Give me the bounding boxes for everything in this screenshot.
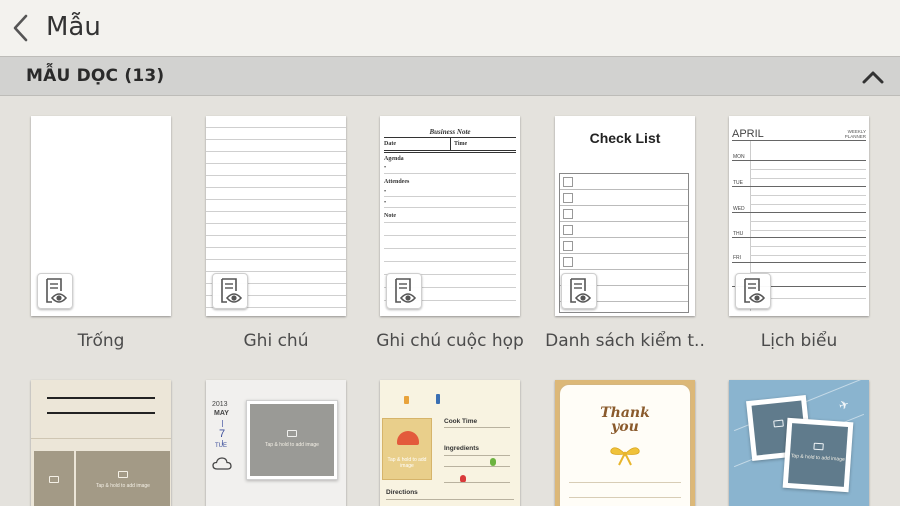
photo-hint: Tap & hold to add image [265, 442, 319, 448]
chevron-up-icon [862, 71, 884, 84]
bullet: • [384, 165, 387, 171]
photo-placeholder[interactable]: Tap & hold to add image [782, 417, 854, 493]
template-card-lined[interactable] [206, 116, 346, 316]
camera-icon [287, 430, 297, 437]
template-card-blank[interactable] [31, 116, 171, 316]
note-label: Note [384, 213, 396, 219]
template-card-planner[interactable]: APRIL WEEKLY PLANNER MON TUE WED THU FRI [729, 116, 869, 316]
back-button[interactable] [8, 10, 38, 46]
template-label: Ghi chú cuộc họp [376, 331, 524, 351]
photo-hint: Tap & hold to add image [387, 457, 427, 469]
preview-icon [395, 278, 417, 303]
checklist-title: Check List [589, 130, 661, 146]
template-label: Trống [77, 331, 125, 351]
template-card-diary[interactable]: 2013 MAY 7 TUE Tap & hold to add image [206, 380, 346, 506]
camera-icon [49, 476, 59, 483]
photo-hint: Tap & hold to add image [790, 453, 845, 463]
camera-icon [118, 471, 128, 478]
attendees-label: Attendees [384, 179, 410, 185]
template-card-photo-lines[interactable]: Tap & hold to add image [31, 380, 171, 506]
airplane-icon: ✈ [836, 396, 852, 414]
template-card-travel[interactable]: ✈ Tap & hold to add image [729, 380, 869, 506]
day-label: FRI [733, 255, 742, 261]
diary-month: MAY [214, 410, 229, 417]
ingredients-label: Ingredients [444, 445, 480, 452]
photo-placeholder[interactable] [34, 451, 74, 506]
preview-button[interactable] [735, 273, 771, 309]
template-label: Danh sách kiểm t.. [545, 331, 705, 351]
preview-button[interactable] [386, 273, 422, 309]
section-header[interactable]: MẪU DỌC (13) [0, 56, 900, 96]
cook-time-label: Cook Time [444, 418, 478, 425]
preview-icon [221, 278, 243, 303]
preview-button[interactable] [212, 273, 248, 309]
photo-placeholder[interactable]: Tap & hold to add image [76, 451, 170, 506]
cloud-icon [212, 457, 232, 470]
thank-you-text: Thank you [600, 405, 650, 435]
planner-month: APRIL [732, 128, 764, 140]
preview-icon [570, 278, 592, 303]
bow-icon [610, 447, 640, 466]
template-label: Ghi chú [243, 331, 309, 351]
business-note-title: Business Note [429, 128, 471, 136]
agenda-label: Agenda [384, 156, 404, 162]
bullet: • [384, 200, 387, 206]
time-label: Time [454, 141, 468, 147]
page-title: Mẫu [46, 12, 101, 42]
date-label: Date [384, 141, 396, 147]
template-card-thankyou[interactable]: Thank you [555, 380, 695, 506]
camera-icon [773, 419, 784, 428]
preview-button[interactable] [561, 273, 597, 309]
section-title: MẪU DỌC (13) [26, 66, 165, 86]
photo-placeholder[interactable]: Tap & hold to add image [382, 418, 432, 480]
chevron-left-icon [13, 14, 28, 42]
planner-tag: WEEKLY PLANNER [844, 129, 866, 139]
photo-placeholder[interactable]: Tap & hold to add image [250, 404, 334, 476]
bullet: • [384, 189, 387, 195]
template-label: Lịch biểu [760, 331, 838, 351]
directions-label: Directions [386, 489, 418, 496]
diary-weekday: TUE [215, 443, 227, 449]
diary-year: 2013 [212, 401, 228, 408]
diary-day: 7 [219, 428, 226, 440]
photo-hint: Tap & hold to add image [96, 483, 150, 489]
preview-icon [46, 278, 68, 303]
template-card-meeting[interactable]: Business Note Date Time Agenda • Attende… [380, 116, 520, 316]
collapse-button[interactable] [860, 67, 886, 87]
template-card-recipe[interactable]: Tap & hold to add image Cook Time Ingred… [380, 380, 520, 506]
camera-icon [813, 442, 824, 451]
top-bar: Mẫu [0, 0, 900, 56]
preview-icon [744, 278, 766, 303]
preview-button[interactable] [37, 273, 73, 309]
template-card-checklist[interactable]: Check List [555, 116, 695, 316]
